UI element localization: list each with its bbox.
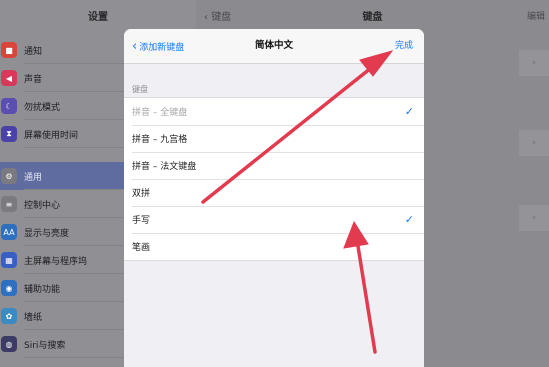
keyboard-row-label: 拼音 – 全键盘	[132, 108, 188, 118]
accessibility-icon: ◉	[1, 280, 17, 296]
sidebar-item-label: 主屏幕与程序坞	[24, 256, 88, 267]
sidebar-item-label: 勿扰模式	[24, 102, 61, 113]
sidebar-item-label: Siri与搜索	[24, 340, 66, 351]
keyboard-row[interactable]: 手写 ✓	[124, 206, 424, 233]
keyboard-row-label: 笔画	[132, 243, 151, 253]
checkmark-icon: ✓	[404, 105, 414, 118]
sidebar-item-label: 控制中心	[24, 200, 61, 211]
done-button[interactable]: 完成	[395, 29, 413, 63]
keyboard-row[interactable]: 拼音 – 九宫格	[124, 125, 424, 152]
keyboard-row-label: 手写	[132, 216, 151, 226]
sidebar-item-label: 辅助功能	[24, 284, 61, 295]
ipad-screen: 设置 ■ 通知 ◀ 声音 ☾ 勿扰模式 ⧗ 屏幕使用时间 ⚙ 通用 ≡ 控制中心…	[0, 0, 549, 367]
flower-icon: ✿	[1, 308, 17, 324]
speaker-icon: ◀	[1, 70, 17, 86]
toggles-icon: ≡	[1, 196, 17, 212]
detail-row-chevron-icon[interactable]: ›	[519, 130, 549, 156]
sidebar-item-label: 屏幕使用时间	[24, 130, 79, 141]
sidebar-item-label: 通用	[24, 172, 43, 183]
keyboard-picker-sheet: ‹ 添加新键盘 简体中文 完成 键盘 拼音 – 全键盘 ✓ 拼音 – 九宫格 拼音 –…	[124, 29, 424, 367]
keyboards-section-header: 键盘	[132, 85, 148, 94]
detail-nav-bar: ‹ 键盘 键盘 编辑	[196, 0, 549, 30]
sidebar-item-label: 通知	[24, 46, 43, 57]
grid-icon: ▦	[1, 252, 17, 268]
sidebar-item-label: 墙纸	[24, 312, 43, 323]
keyboard-row-label: 拼音 – 九宫格	[132, 135, 188, 145]
keyboard-row[interactable]: 双拼	[124, 179, 424, 206]
text-size-icon: AA	[1, 224, 17, 240]
moon-icon: ☾	[1, 98, 17, 114]
sidebar-title: 设置	[88, 11, 108, 23]
detail-row-chevron-icon[interactable]: ›	[519, 50, 549, 76]
keyboard-list: 拼音 – 全键盘 ✓ 拼音 – 九宫格 拼音 – 法文键盘 双拼手写 ✓ 笔画	[124, 97, 424, 261]
detail-row-chevron-icon[interactable]: ›	[519, 205, 549, 231]
keyboard-row-label: 拼音 – 法文键盘	[132, 162, 197, 172]
hourglass-icon: ⧗	[1, 126, 17, 142]
keyboard-row-label: 双拼	[132, 189, 151, 199]
detail-title: 键盘	[362, 11, 383, 23]
keyboard-row[interactable]: 拼音 – 全键盘 ✓	[124, 98, 424, 125]
keyboard-row[interactable]: 拼音 – 法文键盘	[124, 152, 424, 179]
sidebar-item-label: 声音	[24, 74, 43, 85]
edit-button[interactable]: 编辑	[527, 9, 545, 22]
bell-icon: ■	[1, 42, 17, 58]
sheet-title: 简体中文	[254, 40, 293, 51]
siri-icon: ◍	[1, 336, 17, 352]
gear-icon: ⚙	[1, 168, 17, 184]
sidebar-item-label: 显示与亮度	[24, 228, 70, 239]
checkmark-icon: ✓	[404, 213, 414, 226]
sheet-nav-bar: ‹ 添加新键盘 简体中文 完成	[124, 29, 424, 64]
keyboard-row[interactable]: 笔画	[124, 233, 424, 260]
